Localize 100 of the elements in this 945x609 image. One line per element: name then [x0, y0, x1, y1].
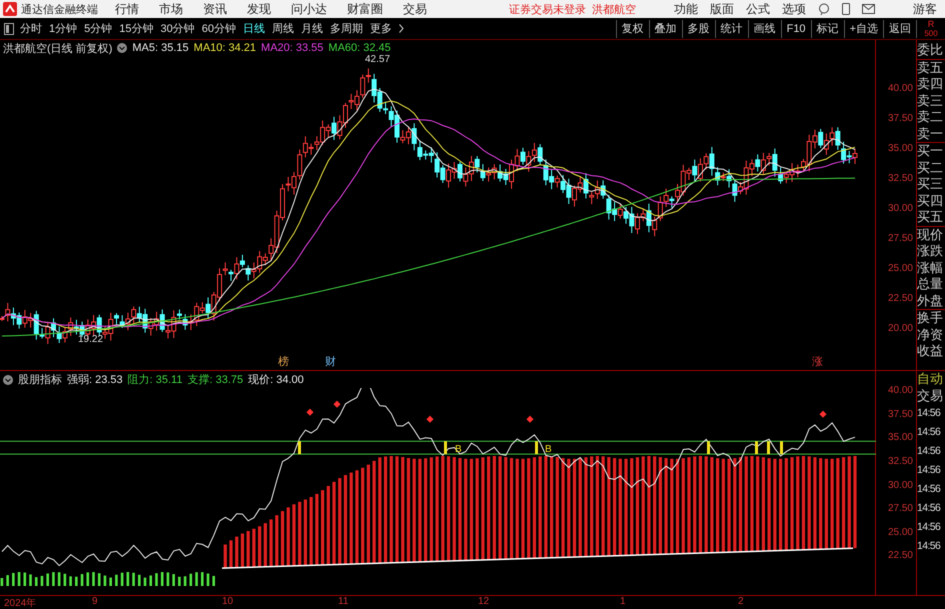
trade-time: 14:56	[917, 463, 942, 478]
period-tab[interactable]: 周线	[272, 21, 294, 36]
stock-name: 洪都航空	[592, 2, 636, 16]
period-tab[interactable]: 30分钟	[160, 21, 195, 36]
indicator-name: 股朋指标	[18, 373, 62, 387]
trade-time: 14:56	[917, 520, 942, 535]
quote-label: 净资	[917, 326, 944, 343]
signal-marker	[780, 441, 783, 454]
dropdown-icon[interactable]	[117, 43, 128, 53]
quote-label: 现价	[917, 226, 945, 243]
date-axis-label: 9	[92, 596, 98, 607]
indicator-axis-label: 25.00	[886, 526, 914, 540]
signal-marker	[535, 441, 538, 454]
quote-label: 卖四	[917, 76, 944, 92]
price-axis-label: 32.50	[886, 173, 914, 186]
event-marker[interactable]: 财	[325, 354, 336, 369]
app-logo-icon	[3, 2, 17, 16]
indicator-value: 支撑: 33.75	[187, 373, 244, 387]
menu-item[interactable]: 资讯	[203, 0, 227, 18]
quote-label: 买四	[917, 192, 944, 209]
quote-label: 总量	[917, 276, 944, 292]
signal-marker	[298, 441, 301, 454]
date-axis-label: 2024年	[4, 597, 36, 609]
period-tab[interactable]: 月线	[301, 21, 323, 36]
trade-time: 14:56	[917, 539, 942, 554]
menu-item[interactable]: 选项	[782, 0, 806, 18]
quote-label: 收益	[917, 343, 944, 360]
signal-marker	[767, 441, 770, 454]
dropdown-icon[interactable]	[3, 374, 13, 384]
quote-label: 卖一	[917, 126, 944, 142]
menu-item[interactable]: 公式	[746, 0, 770, 18]
quote-label: 卖二	[917, 109, 944, 126]
quote-label: 买五	[917, 209, 944, 226]
diamond-marker	[426, 416, 434, 423]
indicator-axis-label: 40.00	[886, 385, 914, 398]
indicator-axis-label: 35.00	[886, 432, 914, 446]
date-axis-label: 1	[620, 596, 626, 607]
date-axis-label: 10	[222, 596, 234, 607]
buy-signal: B	[545, 444, 552, 455]
price-axis-label: 30.00	[886, 203, 914, 216]
quote-label: 外盘	[917, 292, 944, 309]
event-marker[interactable]: 榜	[278, 354, 289, 369]
price-axis-label: 25.00	[886, 263, 914, 276]
event-marker[interactable]: 涨	[812, 354, 823, 369]
menu-item[interactable]: 财富圈	[347, 0, 383, 18]
period-tab[interactable]: 60分钟	[202, 21, 236, 36]
price-axis-label: 35.00	[886, 143, 914, 156]
trade-time: 14:56	[917, 444, 942, 459]
indicator-axis-label: 30.00	[886, 480, 914, 493]
price-axis-label: 22.50	[886, 293, 914, 306]
chat-icon[interactable]	[818, 3, 830, 15]
period-tab[interactable]: 5分钟	[84, 21, 112, 36]
quote-label: 买三	[917, 176, 944, 192]
date-axis-label: 11	[338, 596, 348, 607]
diamond-marker	[526, 416, 534, 423]
mail-icon[interactable]	[862, 4, 875, 14]
phone-icon[interactable]	[842, 3, 850, 15]
price-axis-label: 20.00	[886, 323, 914, 336]
menu-item[interactable]: 发现	[247, 0, 271, 18]
quote-label: 买二	[917, 160, 944, 176]
trade-time: 14:56	[917, 425, 942, 440]
indicator-axis-label: 22.50	[886, 550, 914, 564]
indicator-axis-label: 32.50	[886, 456, 914, 469]
diamond-marker	[819, 410, 827, 418]
menu-item[interactable]: 功能	[674, 0, 698, 18]
more-tab[interactable]: 更多	[370, 21, 392, 36]
quote-label: 换手	[917, 309, 945, 326]
ma-value: MA10: 34.21	[194, 42, 256, 54]
indicator-value: 现价: 34.00	[248, 373, 304, 387]
period-tab[interactable]: 日线	[243, 21, 265, 36]
menu-item[interactable]: 交易	[403, 0, 427, 18]
buy-signal: B	[455, 444, 462, 455]
quote-label: 涨幅	[917, 260, 944, 276]
corner-label: R	[928, 20, 934, 28]
menu-item[interactable]: 问小达	[291, 0, 327, 18]
chart-title: 洪都航空(日线 前复权)	[3, 42, 112, 56]
trade-time: 14:56	[917, 406, 942, 421]
period-tab[interactable]: 分时	[20, 21, 42, 36]
menu-item[interactable]: 市场	[159, 0, 183, 18]
user-label[interactable]: 游客	[913, 0, 937, 18]
quote-label: 买一	[917, 142, 945, 160]
price-axis-label: 37.50	[886, 113, 914, 126]
chevron-right-icon	[399, 24, 404, 33]
auto-trade-tab[interactable]: 自动	[917, 371, 945, 388]
corner-value: 500	[924, 28, 938, 38]
panel-toggle-icon[interactable]	[4, 22, 14, 34]
period-tab[interactable]: 15分钟	[119, 21, 154, 36]
menu-item[interactable]: 版面	[710, 0, 734, 18]
period-tab[interactable]: 多周期	[330, 21, 363, 36]
login-notice[interactable]: 证券交易未登录	[509, 2, 586, 16]
trade-label: 交易	[917, 388, 944, 404]
ma-value: MA20: 33.55	[261, 42, 324, 54]
trade-time: 14:56	[917, 482, 942, 497]
trade-time: 14:56	[917, 501, 942, 516]
period-tab[interactable]: 1分钟	[49, 21, 78, 36]
indicator-axis-label: 37.50	[886, 408, 914, 422]
diamond-marker	[333, 400, 341, 408]
price-axis-label: 40.00	[886, 83, 914, 96]
menu-item[interactable]: 行情	[115, 0, 139, 18]
quote-label: 卖三	[917, 92, 944, 109]
